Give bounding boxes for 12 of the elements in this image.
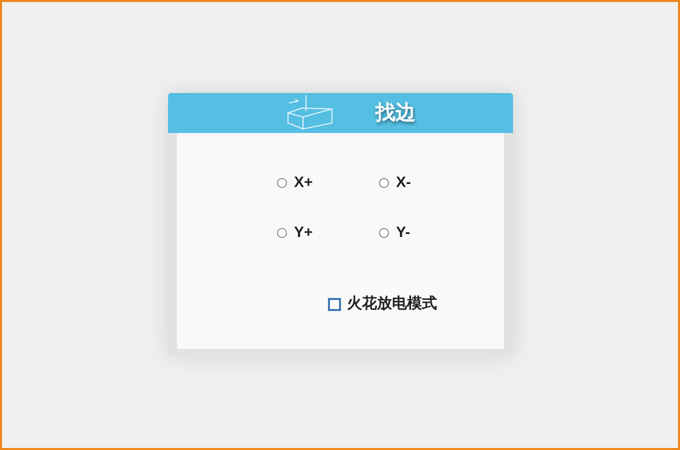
radio-label: X+ (294, 172, 313, 193)
radio-label: Y- (396, 222, 410, 243)
direction-radio[interactable]: Y- (379, 225, 481, 241)
checkbox[interactable] (328, 298, 341, 311)
direction-radio[interactable]: Y+ (277, 225, 379, 241)
dialog-title: 找边 (376, 101, 416, 126)
radio-label: X- (396, 172, 411, 193)
direction-radio[interactable]: X- (379, 175, 481, 191)
box-icon (286, 95, 336, 131)
checkbox-label: 火花放电模式 (347, 294, 437, 314)
radio-label: Y+ (294, 222, 313, 243)
direction-radio[interactable]: X+ (277, 175, 379, 191)
